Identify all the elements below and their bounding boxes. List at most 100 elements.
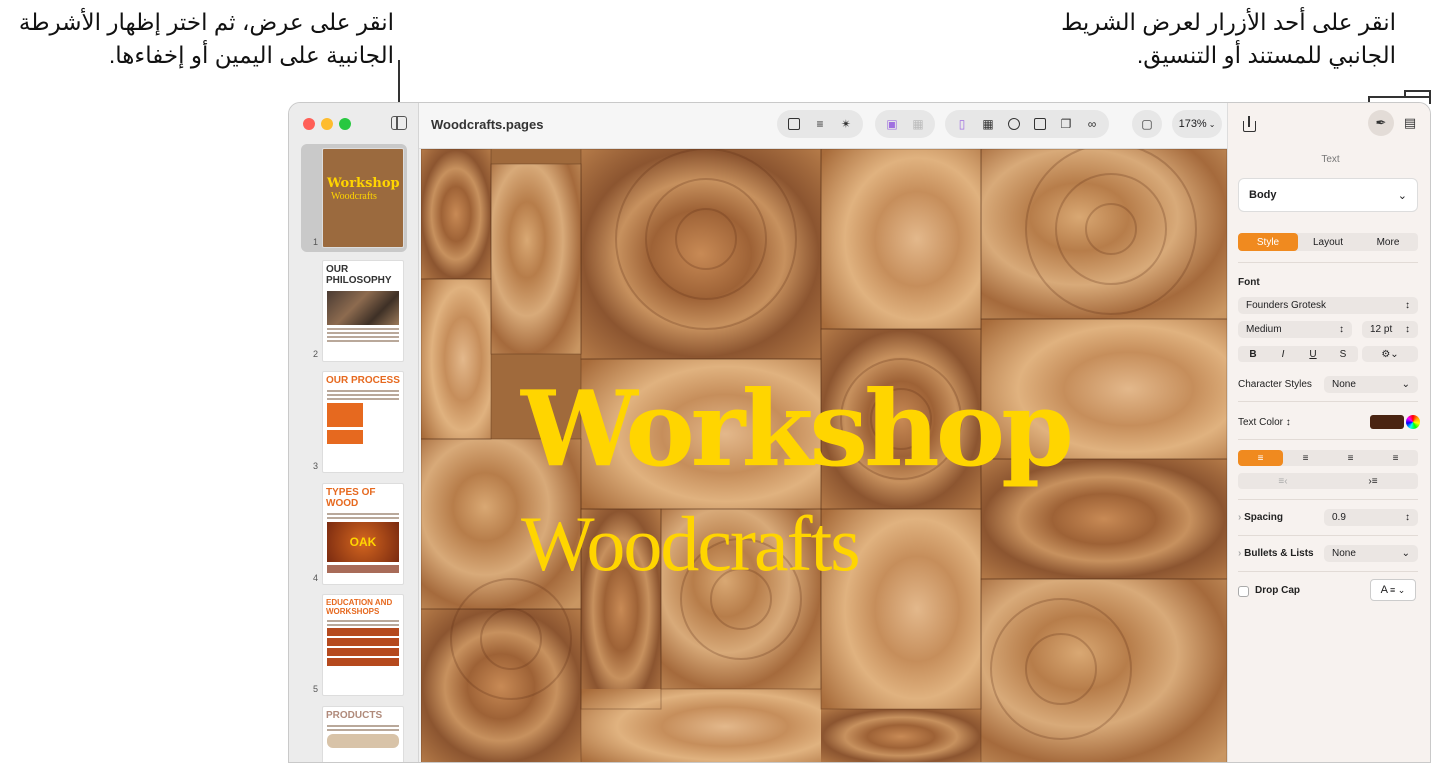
alignment-buttons: ≡ ≡ ≡ ≡: [1238, 450, 1418, 466]
fullscreen-window-button[interactable]: [339, 118, 351, 130]
list-icon[interactable]: ≡: [809, 113, 831, 135]
drop-cap-label: Drop Cap: [1255, 585, 1300, 596]
attachment-icon[interactable]: ∞: [1081, 113, 1103, 135]
font-family-value: Founders Grotesk: [1246, 300, 1327, 311]
align-center-icon[interactable]: ≡: [1283, 450, 1328, 466]
inspector-section-title: Text: [1321, 154, 1340, 165]
toolbar: Woodcrafts.pages ≡ ✴ ▣ ▦ ▯ ▦ ❐ ∞ ▢ 173% ⌄: [419, 103, 1227, 149]
page-thumbnails-sidebar: Workshop Woodcrafts 1 OUR PHILOSOPHY 2 O…: [289, 103, 419, 762]
objects-group: ▯ ▦ ❐ ∞: [945, 110, 1109, 138]
bullets-disclosure[interactable]: › Bullets & Lists: [1238, 548, 1314, 559]
justify-icon[interactable]: ≡: [1373, 450, 1418, 466]
zoom-menu[interactable]: 173% ⌄: [1172, 110, 1222, 138]
color-wheel-icon[interactable]: [1406, 415, 1420, 429]
text-options-gear-icon[interactable]: ⚙⌄: [1362, 346, 1418, 362]
character-styles-popup[interactable]: None ⌄: [1324, 376, 1418, 393]
close-window-button[interactable]: [303, 118, 315, 130]
callout-line-2: الجانبي للمستند أو التنسيق.: [1136, 42, 1396, 68]
indent-icon[interactable]: ›≡: [1328, 473, 1418, 489]
drop-cap-style-popup[interactable]: A ≡ ⌄: [1370, 579, 1416, 601]
format-inspector: ✒ ▤ Text Body ⌄ Style Layout More Font Fo…: [1227, 103, 1430, 762]
tab-more[interactable]: More: [1358, 233, 1418, 251]
italic-button[interactable]: I: [1268, 346, 1298, 362]
sidebar-toggle-icon[interactable]: [391, 116, 407, 130]
font-size-stepper[interactable]: 12 pt ↕: [1362, 321, 1418, 338]
page-thumbnail-6[interactable]: PRODUCTS: [322, 706, 404, 762]
thumb-oak-image: OAK: [327, 522, 399, 562]
font-family-popup[interactable]: Founders Grotesk ↕: [1238, 297, 1418, 314]
textbox-icon[interactable]: [1029, 113, 1051, 135]
font-size-value: 12 pt: [1370, 324, 1393, 335]
paragraph-style-popup[interactable]: Body ⌄: [1238, 178, 1418, 212]
strikethrough-button[interactable]: S: [1328, 346, 1358, 362]
format-brush-icon[interactable]: ✒: [1368, 110, 1394, 136]
bold-button[interactable]: B: [1238, 346, 1268, 362]
indent-buttons: ≡‹ ›≡: [1238, 473, 1418, 489]
text-color-well[interactable]: [1370, 415, 1404, 429]
chart-icon[interactable]: [1003, 113, 1025, 135]
callout-line-1: انقر على عرض، ثم اختر إظهار الأشرطة: [18, 9, 394, 35]
shape-badge-icon[interactable]: ✴: [835, 113, 857, 135]
font-weight-value: Medium: [1246, 324, 1282, 335]
document-canvas[interactable]: Workshop Woodcrafts: [421, 149, 1227, 762]
media-icon[interactable]: ▣: [881, 113, 903, 135]
media-group: ▣ ▦: [875, 110, 935, 138]
paragraph-style-value: Body: [1249, 189, 1277, 201]
tab-style[interactable]: Style: [1238, 233, 1298, 251]
thumb-title: OUR PROCESS: [326, 375, 400, 386]
thumb-photo: [327, 291, 399, 325]
document-icon[interactable]: ▤: [1397, 110, 1423, 136]
grid-icon[interactable]: ▦: [907, 113, 929, 135]
divider: [1238, 439, 1418, 440]
page-number: 2: [313, 349, 319, 359]
subhead-text[interactable]: Woodcrafts: [521, 499, 861, 589]
page-thumbnail-2[interactable]: OUR PHILOSOPHY: [322, 260, 404, 362]
page-thumbnail-1[interactable]: Workshop Woodcrafts: [322, 148, 404, 248]
callout-line-2: الجانبية على اليمين أو إخفاءها.: [108, 42, 394, 68]
callout-inspector-buttons: انقر على أحد الأزرار لعرض الشريط الجانبي…: [1000, 6, 1396, 72]
pages-window: Workshop Woodcrafts 1 OUR PHILOSOPHY 2 O…: [288, 102, 1431, 763]
page-thumbnail-3[interactable]: OUR PROCESS: [322, 371, 404, 473]
share-icon[interactable]: [1240, 115, 1258, 133]
callout-bracket: [1404, 90, 1430, 92]
headline-text[interactable]: Workshop: [521, 374, 1074, 484]
minimize-window-button[interactable]: [321, 118, 333, 130]
spacing-popup[interactable]: 0.9 ↕: [1324, 509, 1418, 526]
divider: [1238, 262, 1418, 263]
shapes-icon[interactable]: ❐: [1055, 113, 1077, 135]
spacing-disclosure[interactable]: › Spacing: [1238, 512, 1283, 523]
font-weight-popup[interactable]: Medium ↕: [1238, 321, 1352, 338]
thumb-title: TYPES OF WOOD: [326, 487, 376, 509]
outdent-icon[interactable]: ≡‹: [1238, 473, 1328, 489]
character-styles-value: None: [1332, 379, 1356, 390]
callout-sidebar-toggle: انقر على عرض، ثم اختر إظهار الأشرطة الجا…: [18, 6, 394, 72]
page-number: 3: [313, 461, 319, 471]
table-icon[interactable]: ▦: [977, 113, 999, 135]
drop-cap-checkbox[interactable]: [1238, 586, 1249, 597]
callout-line-1: انقر على أحد الأزرار لعرض الشريط: [1061, 9, 1396, 35]
thumb-title: EDUCATION AND WORKSHOPS: [326, 598, 393, 616]
text-tabs: Style Layout More: [1238, 233, 1418, 251]
divider: [1238, 401, 1418, 402]
insert-group: ≡ ✴: [777, 110, 863, 138]
insert-icon[interactable]: [783, 113, 805, 135]
thumb-title: PRODUCTS: [326, 710, 383, 721]
align-left-icon[interactable]: ≡: [1238, 450, 1283, 466]
zoom-value: 173%: [1178, 118, 1207, 130]
page-number: 1: [313, 237, 319, 247]
align-right-icon[interactable]: ≡: [1328, 450, 1373, 466]
page-thumbnail-4[interactable]: TYPES OF WOOD OAK: [322, 483, 404, 585]
comment-icon[interactable]: ▢: [1136, 113, 1158, 135]
thumb-orange-block: [327, 403, 363, 427]
tab-layout[interactable]: Layout: [1298, 233, 1358, 251]
callout-bracket: [1368, 96, 1430, 98]
page-thumbnail-5[interactable]: EDUCATION AND WORKSHOPS: [322, 594, 404, 696]
callout-bracket: [1429, 90, 1431, 104]
inspector-tabs: ✒ ▤: [1368, 110, 1423, 138]
underline-button[interactable]: U: [1298, 346, 1328, 362]
text-box-icon[interactable]: ▯: [951, 113, 973, 135]
comment-group: ▢: [1132, 110, 1162, 138]
text-color-label: Text Color ↕: [1238, 417, 1291, 428]
character-styles-label: Character Styles: [1238, 379, 1312, 390]
bullets-popup[interactable]: None ⌄: [1324, 545, 1418, 562]
